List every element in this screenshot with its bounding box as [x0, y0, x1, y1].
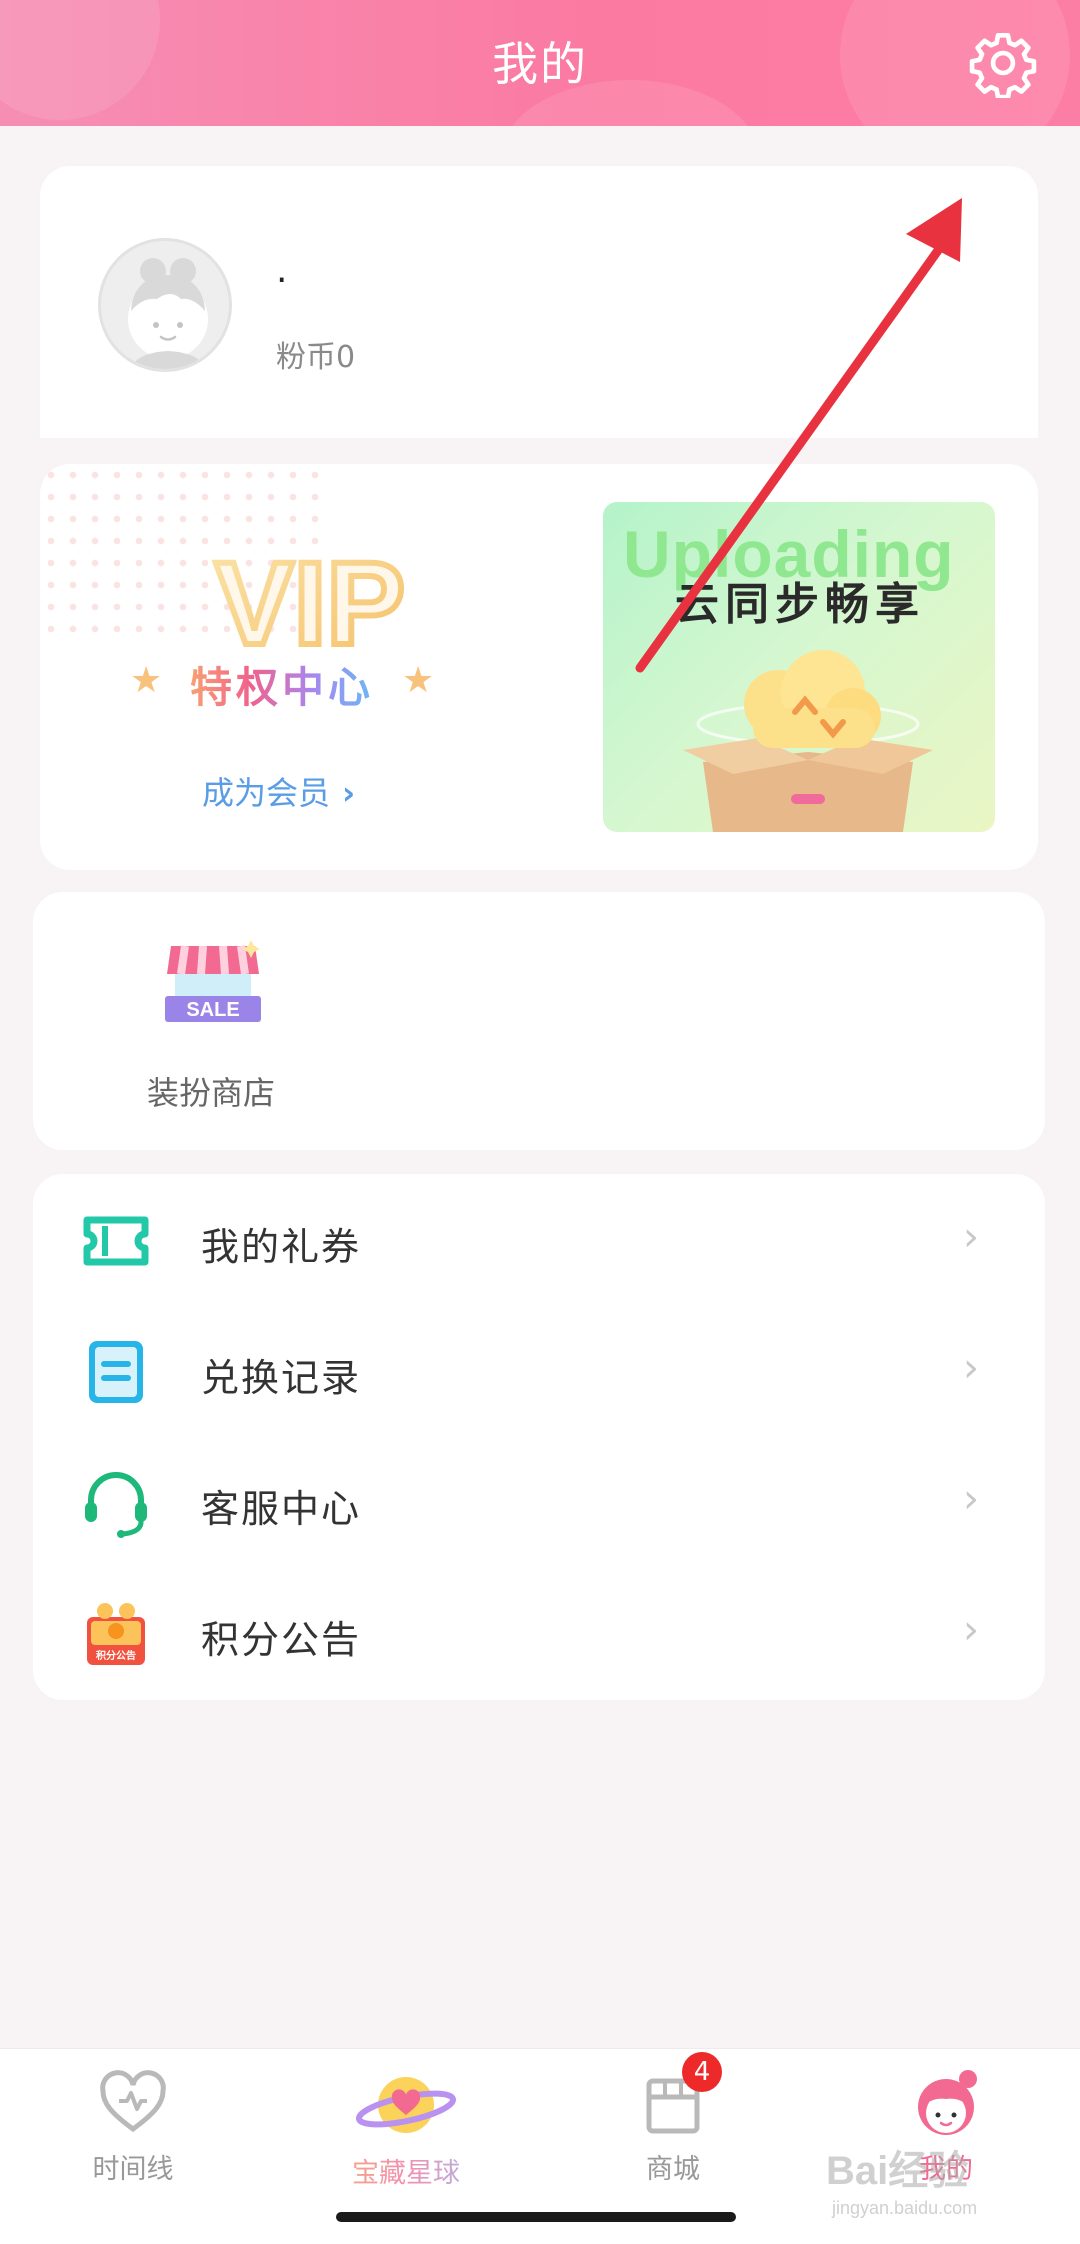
planet-icon	[356, 2077, 456, 2133]
nav-treasure-planet[interactable]: 宝藏星球	[306, 2067, 506, 2227]
star-icon: ★	[130, 660, 163, 701]
nav-label: 宝藏星球	[306, 2151, 506, 2190]
chevron-right-icon: ›	[963, 1214, 979, 1260]
cloud-box-icon	[683, 650, 933, 832]
menu-list: 我的礼券 › 兑换记录 › 客服中心 › 积分公告 积分公告 ›	[33, 1174, 1045, 1700]
chevron-right-icon: ›	[963, 1607, 979, 1653]
nav-label: 时间线	[92, 2154, 174, 2185]
watermark: Bai经验 jingyan.baidu.com	[826, 2138, 977, 2219]
top-header: 我的	[0, 0, 1080, 126]
points-icon-text: 积分公告	[96, 1649, 136, 1662]
menu-item-redeem-history[interactable]: 兑换记录 ›	[33, 1305, 1045, 1435]
menu-item-points-notice[interactable]: 积分公告 积分公告 ›	[33, 1567, 1045, 1697]
settings-button[interactable]	[968, 28, 1038, 100]
username: .	[276, 250, 288, 291]
coin-balance: 粉币0	[276, 340, 356, 375]
menu-item-coupons[interactable]: 我的礼券 ›	[33, 1174, 1045, 1304]
headset-icon	[85, 1472, 147, 1538]
sale-text: SALE	[186, 999, 239, 1021]
vip-logo-text: VIP	[215, 538, 405, 670]
cart-count-badge: 4	[682, 2052, 722, 2092]
default-avatar-icon	[128, 258, 208, 369]
menu-item-label: 我的礼券	[201, 1225, 362, 1269]
chevron-right-icon: ›	[963, 1345, 979, 1391]
points-gift-icon: 积分公告	[87, 1603, 145, 1665]
nav-timeline[interactable]: 时间线	[33, 2067, 233, 2227]
menu-item-label: 兑换记录	[201, 1356, 362, 1400]
heart-timeline-icon	[100, 2070, 166, 2133]
become-member-link[interactable]: 成为会员 ›	[202, 768, 355, 814]
dress-up-shop-label: 装扮商店	[147, 1074, 276, 1112]
banner-title: 云同步畅享	[675, 579, 925, 630]
chevron-right-icon: ›	[963, 1476, 979, 1522]
chevron-right-icon: ›	[342, 774, 356, 812]
become-member-label: 成为会员	[202, 774, 331, 812]
shop-card: SALE 装扮商店	[33, 892, 1045, 1150]
profile-card[interactable]: . 粉币0	[40, 166, 1038, 438]
page-title: 我的	[492, 37, 588, 91]
star-icon: ★	[402, 660, 435, 701]
nav-label: 商城	[646, 2154, 700, 2185]
vip-subtitle: 特权中心	[190, 654, 374, 715]
record-icon	[89, 1341, 143, 1403]
cloud-sync-banner[interactable]: Uploading 云同步畅享	[603, 502, 995, 832]
menu-item-label: 客服中心	[201, 1487, 362, 1531]
watermark-url: jingyan.baidu.com	[832, 2198, 978, 2218]
avatar[interactable]	[98, 238, 232, 372]
profile-girl-icon	[918, 2070, 977, 2135]
watermark-brand: Bai经验	[826, 2149, 969, 2193]
home-indicator[interactable]	[336, 2212, 736, 2222]
menu-item-customer-service[interactable]: 客服中心 ›	[33, 1436, 1045, 1566]
ticket-icon	[83, 1216, 149, 1266]
sale-shop-icon: SALE	[165, 940, 261, 1022]
vip-card[interactable]: VIP ★ 特权中心 ★ 成为会员 › Uploading 云同步畅享	[40, 464, 1038, 870]
dress-up-shop-button[interactable]: SALE	[163, 940, 263, 1036]
menu-item-label: 积分公告	[201, 1618, 362, 1662]
nav-mall[interactable]: 商城	[573, 2067, 773, 2227]
gear-icon	[969, 32, 1037, 100]
